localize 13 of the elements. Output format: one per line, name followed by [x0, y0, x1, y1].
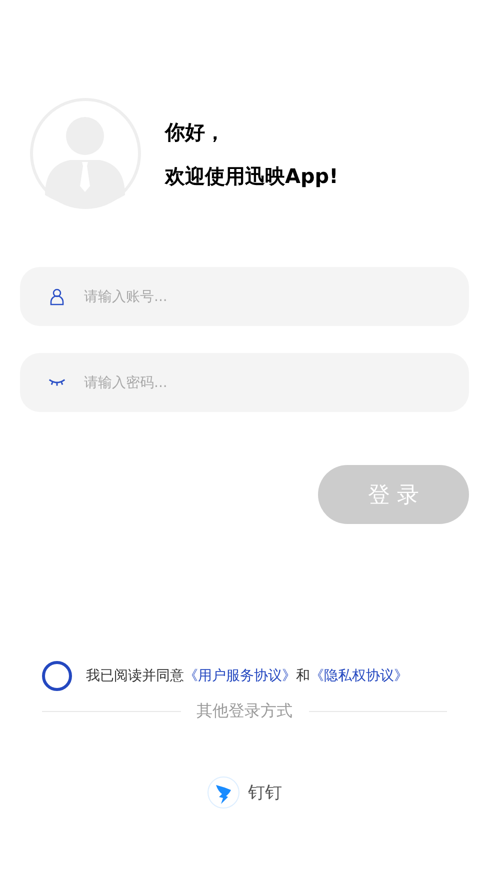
password-field[interactable]: 请输入密码...: [82, 374, 449, 392]
welcome-text: 欢迎使用迅映App!: [165, 164, 338, 188]
greeting-title: 你好，: [165, 120, 226, 144]
agreement-checkbox[interactable]: [42, 661, 72, 691]
service-agreement-link[interactable]: 《用户服务协议》: [184, 668, 296, 684]
user-icon: [48, 288, 66, 306]
privacy-policy-link[interactable]: 《隐私权协议》: [310, 668, 408, 684]
dingtalk-login-button[interactable]: 钉钉: [207, 776, 282, 809]
other-login-heading: 其他登录方式: [196, 701, 292, 722]
agreement-text: 我已阅读并同意《用户服务协议》和《隐私权协议》: [86, 667, 408, 685]
account-field[interactable]: 请输入账号...: [82, 288, 449, 306]
closed-eye-icon: [48, 379, 66, 386]
wing-logo-icon: [207, 776, 240, 809]
